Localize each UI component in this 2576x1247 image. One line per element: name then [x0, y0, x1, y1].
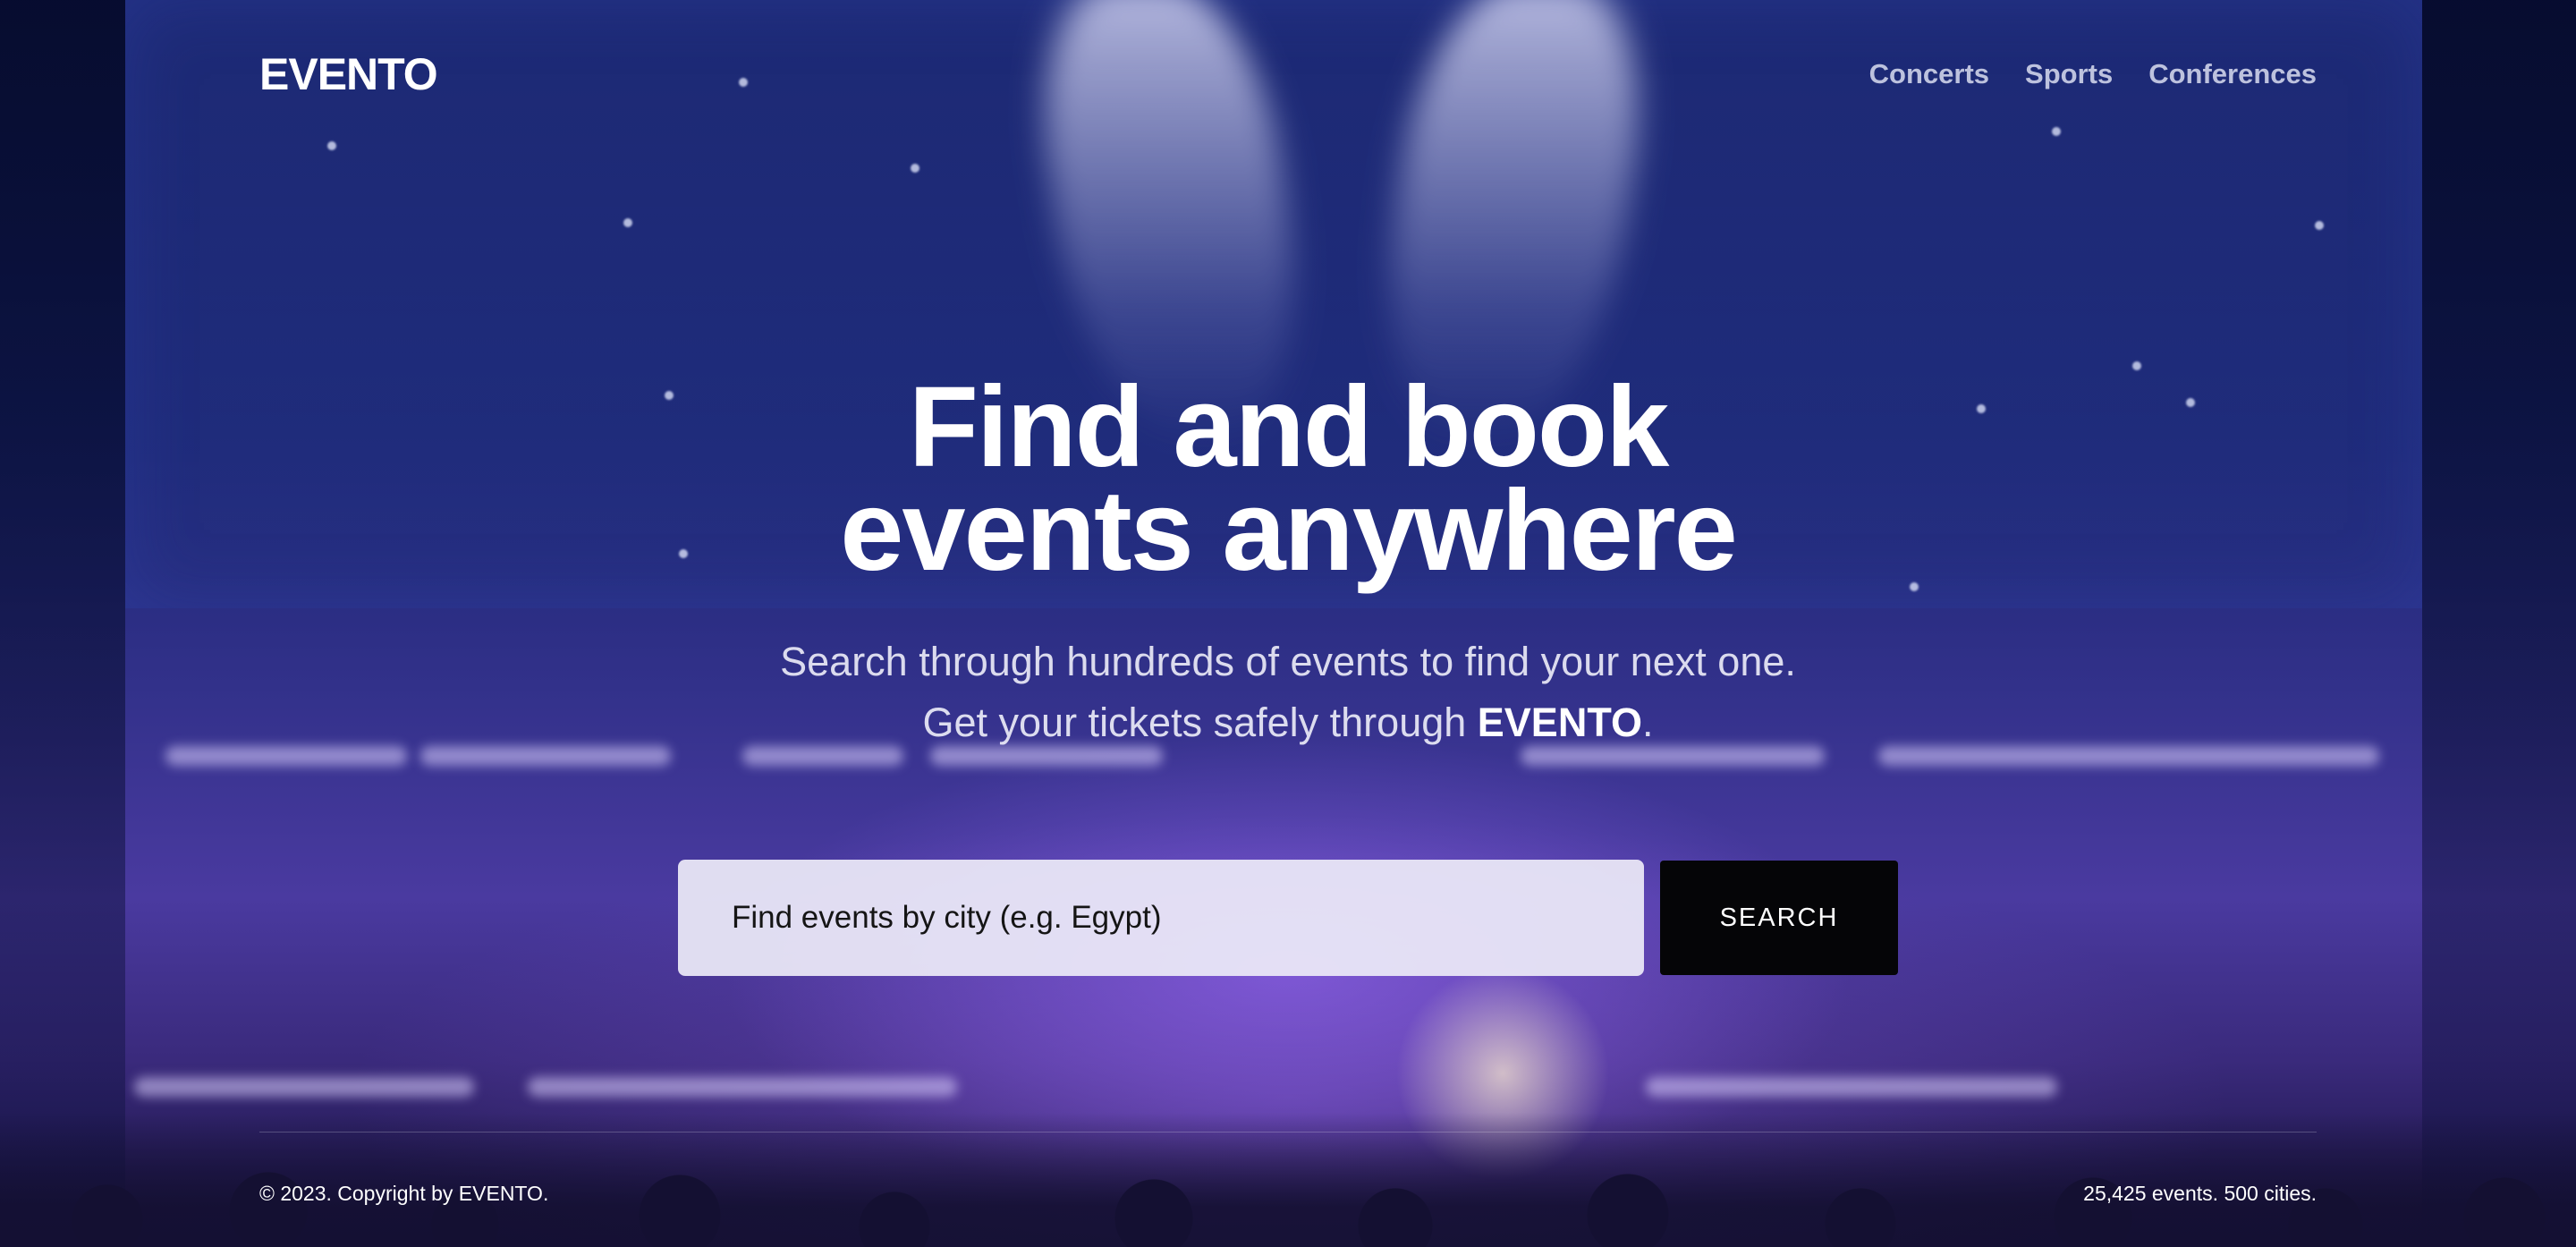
nav-link-concerts[interactable]: Concerts: [1869, 58, 1989, 90]
hero-subtitle: Search through hundreds of events to fin…: [0, 632, 2576, 753]
star-dot: [2132, 361, 2141, 370]
event-stats-text: 25,425 events. 500 cities.: [2083, 1182, 2317, 1205]
main-nav: Concerts Sports Conferences: [1869, 58, 2317, 90]
hero-subtitle-line-2-suffix: .: [1642, 700, 1654, 745]
search-button[interactable]: SEARCH: [1660, 861, 1898, 975]
stage-light-bar: [528, 1077, 957, 1097]
copyright-text: © 2023. Copyright by EVENTO.: [259, 1182, 549, 1205]
page-title: Find and book events anywhere: [0, 370, 2576, 589]
star-dot: [623, 218, 632, 227]
nav-link-conferences[interactable]: Conferences: [2148, 58, 2317, 90]
star-dot: [2315, 221, 2324, 230]
logo-link[interactable]: EVENTO: [259, 48, 438, 100]
hero-subtitle-brand: EVENTO: [1477, 700, 1642, 745]
hero-content: Find and book events anywhere Search thr…: [0, 370, 2576, 753]
site-header: EVENTO Concerts Sports Conferences: [259, 43, 2317, 106]
star-dot: [911, 164, 919, 173]
nav-link-sports[interactable]: Sports: [2025, 58, 2113, 90]
star-dot: [2052, 127, 2061, 136]
city-search-input[interactable]: [678, 860, 1644, 976]
hero-subtitle-line-1: Search through hundreds of events to fin…: [780, 639, 1796, 684]
hero-subtitle-line-2-prefix: Get your tickets safely through: [922, 700, 1478, 745]
stage-light-bar: [134, 1077, 474, 1097]
site-footer: © 2023. Copyright by EVENTO. 25,425 even…: [259, 1132, 2317, 1209]
page-title-line-2: events anywhere: [840, 467, 1738, 595]
search-form: SEARCH: [678, 860, 1898, 976]
star-dot: [327, 141, 336, 150]
hero-section: EVENTO Concerts Sports Conferences Find …: [0, 0, 2576, 1247]
stage-light-bar: [1646, 1077, 2057, 1097]
